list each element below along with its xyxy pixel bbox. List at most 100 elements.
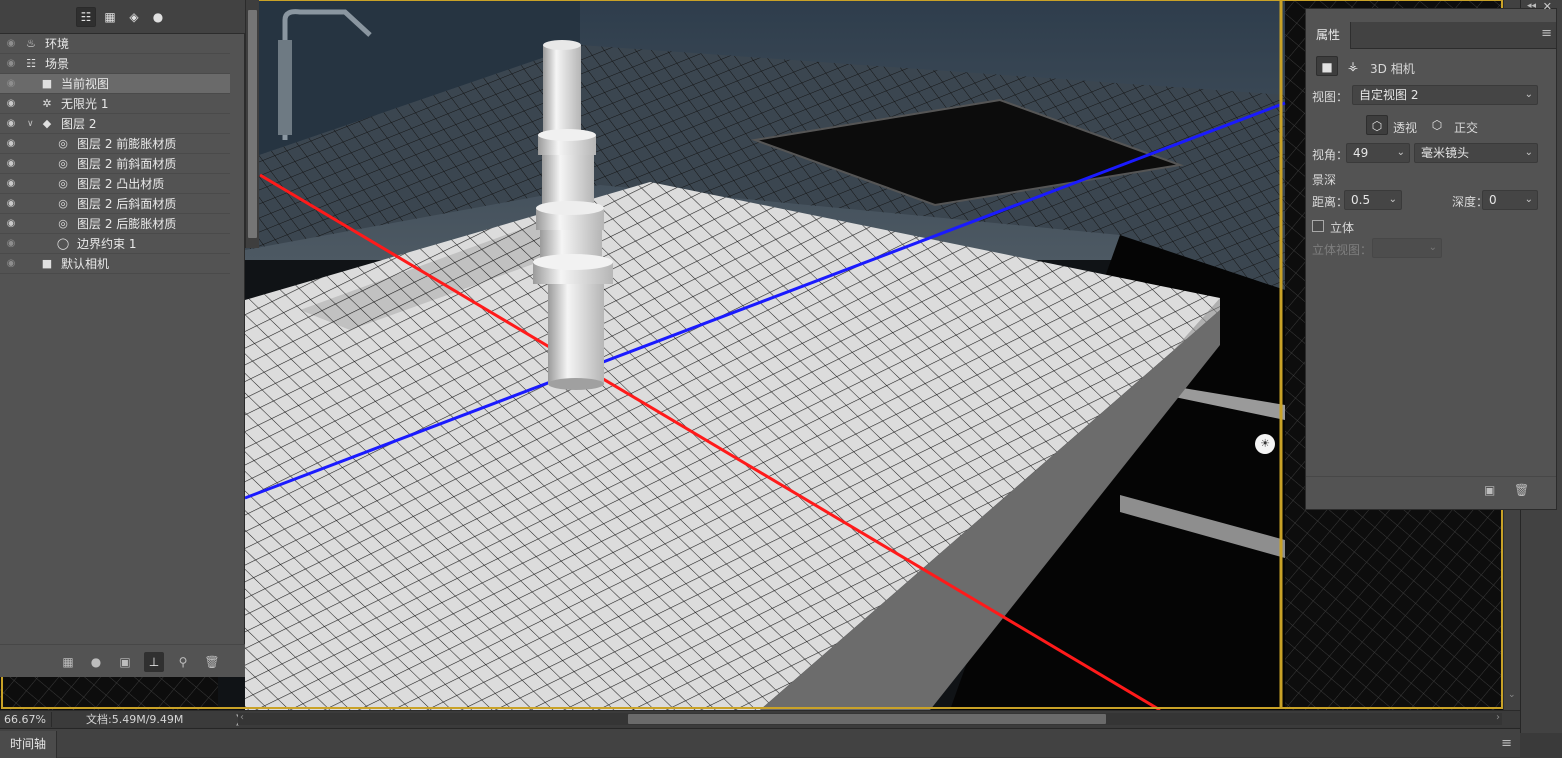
collapse-icon[interactable]: ◂◂ xyxy=(1527,1,1536,11)
view-select[interactable]: 自定视图 2 ⌄ xyxy=(1352,85,1538,105)
layer-row-environment[interactable]: ◉ ♨ 环境 xyxy=(0,34,230,54)
delete-icon[interactable]: 🗑 xyxy=(1514,483,1529,497)
layer-row-material[interactable]: ◉ ◎ 图层 2 后斜面材质 xyxy=(0,194,230,214)
material-icon: ◎ xyxy=(58,196,68,210)
layer-name: 无限光 1 xyxy=(61,97,109,111)
stereo-checkbox[interactable] xyxy=(1312,220,1324,232)
scroll-left-icon[interactable]: ‹ xyxy=(240,712,244,723)
chevron-down-icon: ⌄ xyxy=(1524,147,1533,158)
layer-row-material[interactable]: ◉ ◎ 图层 2 后膨胀材质 xyxy=(0,214,230,234)
layer-name: 边界约束 1 xyxy=(77,237,137,251)
properties-footer: ▣ 🗑 xyxy=(1306,476,1556,509)
material-icon: ◎ xyxy=(58,136,68,150)
visibility-eye-icon[interactable]: ◉ xyxy=(4,38,18,50)
material-filter-icon[interactable]: ◈ xyxy=(124,7,144,27)
scene-icon: ☷ xyxy=(26,56,36,70)
layer-row-material[interactable]: ◉ ◎ 图层 2 前膨胀材质 xyxy=(0,134,230,154)
visibility-eye-icon[interactable]: ◉ xyxy=(4,198,18,210)
coordinates-icon[interactable]: ⚶ xyxy=(1342,56,1364,76)
distance-input[interactable]: 0.5 ⌄ xyxy=(1344,190,1402,210)
mesh-filter-icon[interactable]: ▦ xyxy=(100,7,120,27)
scrollbar-thumb[interactable] xyxy=(628,714,1106,724)
visibility-eye-icon[interactable]: ◉ xyxy=(4,78,18,90)
panel-menu-icon[interactable]: ≡ xyxy=(1501,736,1512,751)
add-material-icon[interactable]: ▣ xyxy=(115,652,135,672)
chevron-down-icon: ⌄ xyxy=(1388,194,1397,205)
layer-row-layer2[interactable]: ◉ ∨ ◆ 图层 2 xyxy=(0,114,230,134)
layer-name: 图层 2 凸出材质 xyxy=(77,177,165,191)
layer-name: 默认相机 xyxy=(61,257,110,271)
zoom-level[interactable]: 66.67% xyxy=(0,711,52,727)
orthographic-label[interactable]: 正交 xyxy=(1454,119,1478,136)
horizontal-scrollbar[interactable]: ‹ › xyxy=(238,712,1502,725)
scrollbar-thumb[interactable] xyxy=(248,10,257,238)
layer-row-material[interactable]: ◉ ◎ 图层 2 前斜面材质 xyxy=(0,154,230,174)
scene-panel-scrollbar[interactable] xyxy=(245,0,259,248)
stereo-view-label: 立体视图： xyxy=(1312,243,1373,257)
expand-chevron-icon[interactable]: ∨ xyxy=(27,119,34,129)
dof-section-label: 景深 xyxy=(1312,173,1337,187)
scroll-right-icon[interactable]: › xyxy=(1496,712,1500,723)
visibility-eye-icon[interactable]: ◉ xyxy=(4,238,18,250)
scene-panel-footer: ▦ ● ▣ ⊥ ⚲ 🗑 xyxy=(0,644,245,677)
material-icon: ◎ xyxy=(58,176,68,190)
visibility-eye-icon[interactable]: ◉ xyxy=(4,258,18,270)
properties-panel: ◂◂ ✕ 属性 ≡ ■ ⚶ 3D 相机 视图： 自定视图 2 ⌄ ⬡ 透视 ⬡ … xyxy=(1305,0,1557,510)
light-widget-icon[interactable]: ☀ xyxy=(1255,434,1275,454)
layer-row-infinite-light[interactable]: ◉ ✲ 无限光 1 xyxy=(0,94,230,114)
layer-row-material[interactable]: ◉ ◎ 图层 2 凸出材质 xyxy=(0,174,230,194)
stereo-label[interactable]: 立体 xyxy=(1330,219,1354,236)
fov-value: 49 xyxy=(1353,146,1369,160)
layer-row-scene[interactable]: ◉ ☷ 场景 xyxy=(0,54,230,74)
visibility-eye-icon[interactable]: ◉ xyxy=(4,98,18,110)
tab-properties[interactable]: 属性 xyxy=(1306,22,1352,49)
camera-icon: ■ xyxy=(41,256,53,270)
visibility-eye-icon[interactable]: ◉ xyxy=(4,138,18,150)
scene-filter-icon[interactable]: ☷ xyxy=(76,7,96,27)
layer-name: 图层 2 前斜面材质 xyxy=(77,157,177,171)
render-icon[interactable]: ▣ xyxy=(1484,483,1495,497)
document-info: 文档:5.49M/9.49M xyxy=(86,713,184,726)
constraint-icon: ◯ xyxy=(56,236,70,250)
infinite-light-icon: ✲ xyxy=(42,96,52,110)
layer-name: 当前视图 xyxy=(61,77,110,91)
chevron-down-icon: ⌄ xyxy=(1396,147,1405,158)
camera-icon[interactable]: ■ xyxy=(1316,56,1338,76)
mesh-icon: ◆ xyxy=(42,116,52,130)
depth-value: 0 xyxy=(1489,193,1497,207)
layer-row-constraint[interactable]: ◉ ◯ 边界约束 1 xyxy=(0,234,230,254)
render-icon[interactable]: ⊥ xyxy=(144,652,164,672)
constraint-tool-icon[interactable]: ⚲ xyxy=(173,652,193,672)
scroll-down-icon[interactable]: ⌄ xyxy=(1508,690,1516,700)
properties-tabbar: 属性 ≡ xyxy=(1306,22,1556,49)
add-light-icon[interactable]: ● xyxy=(86,652,106,672)
visibility-eye-icon[interactable]: ◉ xyxy=(4,118,18,130)
layer-row-current-view[interactable]: ◉ ■ 当前视图 xyxy=(0,74,230,94)
depth-input[interactable]: 0 ⌄ xyxy=(1482,190,1538,210)
orthographic-icon[interactable]: ⬡ xyxy=(1426,115,1448,135)
fov-input[interactable]: 49 ⌄ xyxy=(1346,143,1410,163)
lens-unit-select[interactable]: 毫米镜头 ⌄ xyxy=(1414,143,1538,163)
visibility-eye-icon[interactable]: ◉ xyxy=(4,178,18,190)
view-select-value: 自定视图 2 xyxy=(1359,88,1419,102)
light-filter-icon[interactable]: ● xyxy=(148,7,168,27)
scene-panel-toolbar: ☷ ▦ ◈ ● xyxy=(0,0,245,34)
environment-icon: ♨ xyxy=(26,36,36,50)
material-icon: ◎ xyxy=(58,216,68,230)
stereo-view-select[interactable]: ⌄ xyxy=(1372,238,1442,258)
perspective-label[interactable]: 透视 xyxy=(1393,119,1417,136)
layer-row-default-camera[interactable]: ◉ ■ 默认相机 xyxy=(0,254,230,274)
perspective-icon[interactable]: ⬡ xyxy=(1366,115,1388,135)
layer-name: 图层 2 xyxy=(61,117,97,131)
visibility-eye-icon[interactable]: ◉ xyxy=(4,218,18,230)
close-icon[interactable]: ✕ xyxy=(1543,0,1552,13)
add-mesh-icon[interactable]: ▦ xyxy=(58,652,78,672)
layer-name: 图层 2 后膨胀材质 xyxy=(77,217,177,231)
layer-name: 场景 xyxy=(45,57,70,71)
3d-scene-panel: ☷ ▦ ◈ ● ◉ ♨ 环境 ◉ ☷ 场景 ◉ ■ 当前视图 ◉ ✲ 无限光 1… xyxy=(0,0,245,677)
visibility-eye-icon[interactable]: ◉ xyxy=(4,58,18,70)
panel-menu-icon[interactable]: ≡ xyxy=(1541,26,1552,41)
delete-icon[interactable]: 🗑 xyxy=(202,652,222,672)
tab-timeline[interactable]: 时间轴 xyxy=(0,731,58,758)
visibility-eye-icon[interactable]: ◉ xyxy=(4,158,18,170)
